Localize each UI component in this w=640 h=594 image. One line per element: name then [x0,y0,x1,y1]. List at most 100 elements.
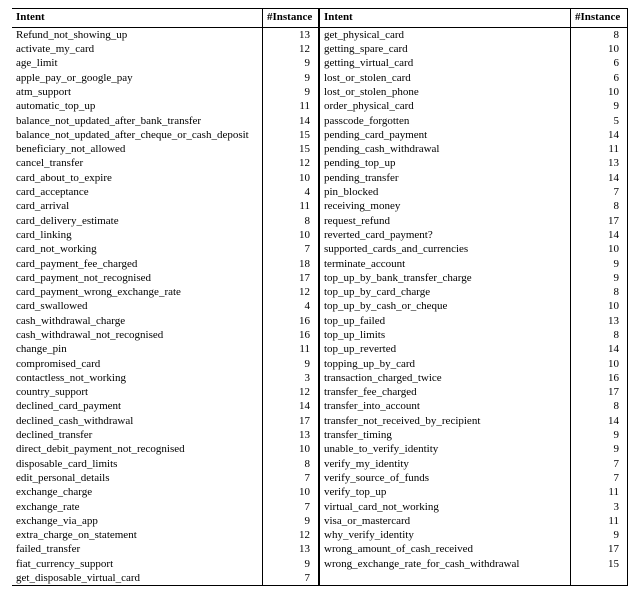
table-row: 15 [571,557,627,571]
table-row: 9 [263,56,318,70]
table-row: card_not_working [12,242,262,256]
table-row: 10 [263,228,318,242]
table-row: 13 [263,542,318,556]
table-row: top_up_limits [320,328,570,342]
table-row: top_up_by_bank_transfer_charge [320,271,570,285]
table-row: terminate_account [320,257,570,271]
table-row: 17 [263,414,318,428]
table-row: direct_debit_payment_not_recognised [12,442,262,456]
table-row: 8 [263,214,318,228]
table-row: 15 [263,142,318,156]
table-row: 15 [263,128,318,142]
table-row: top_up_by_card_charge [320,285,570,299]
table-row: balance_not_updated_after_bank_transfer [12,114,262,128]
table-row: 6 [571,71,627,85]
table-row: card_about_to_expire [12,171,262,185]
table-row: 14 [263,399,318,413]
table-row: exchange_charge [12,485,262,499]
table-row: transaction_charged_twice [320,371,570,385]
table-row: passcode_forgotten [320,114,570,128]
table-row: getting_virtual_card [320,56,570,70]
table-row: 7 [571,185,627,199]
table-row: pending_top_up [320,156,570,170]
table-row: wrong_exchange_rate_for_cash_withdrawal [320,557,570,571]
table-row: 7 [263,242,318,256]
table-row: card_payment_fee_charged [12,257,262,271]
table-row: 14 [571,128,627,142]
table-row: verify_source_of_funds [320,471,570,485]
table-row: contactless_not_working [12,371,262,385]
table-row: 3 [263,371,318,385]
instance-col-right: #Instance 810661095141113147817141099810… [570,9,628,585]
table-row: 13 [571,314,627,328]
table-row: 5 [571,114,627,128]
table-row: 11 [571,485,627,499]
table-row: topping_up_by_card [320,357,570,371]
table-row: exchange_via_app [12,514,262,528]
table-row: 11 [263,99,318,113]
table-row: 7 [263,500,318,514]
intent-col-right: Intent get_physical_cardgetting_spare_ca… [320,9,570,585]
table-row: 16 [263,328,318,342]
table-row: card_acceptance [12,185,262,199]
table-row: edit_personal_details [12,471,262,485]
table-row [320,571,570,585]
table-row: 8 [571,28,627,42]
table-row: 9 [263,557,318,571]
table-row: unable_to_verify_identity [320,442,570,456]
col-header-intent: Intent [12,9,262,28]
col-header-instance: #Instance [571,9,627,28]
table-row: supported_cards_and_currencies [320,242,570,256]
table-row: 12 [263,42,318,56]
table-row: Refund_not_showing_up [12,28,262,42]
table-row: 7 [571,457,627,471]
table-row: 10 [263,485,318,499]
table-row: 16 [571,371,627,385]
table-row: 8 [571,285,627,299]
table-row: country_support [12,385,262,399]
table-row: 4 [263,299,318,313]
left-half: Intent Refund_not_showing_upactivate_my_… [12,9,320,585]
table-row: 9 [263,357,318,371]
instance-col-left: #Instance 131299911141515121041181071817… [262,9,320,585]
table-row: 11 [263,342,318,356]
table-row: change_pin [12,342,262,356]
table-row: 10 [571,357,627,371]
table-row: 17 [571,214,627,228]
table-row: age_limit [12,56,262,70]
table-row: order_physical_card [320,99,570,113]
right-half: Intent get_physical_cardgetting_spare_ca… [320,9,628,585]
intent-col-left: Intent Refund_not_showing_upactivate_my_… [12,9,262,585]
table-row: compromised_card [12,357,262,371]
table-row [571,571,627,585]
table-row: 9 [263,514,318,528]
table-row: wrong_amount_of_cash_received [320,542,570,556]
table-row: 7 [263,571,318,585]
table-row: request_refund [320,214,570,228]
table-row: 12 [263,285,318,299]
table-row: get_disposable_virtual_card [12,571,262,585]
table-row: automatic_top_up [12,99,262,113]
table-row: 13 [571,156,627,170]
table-row: 9 [571,271,627,285]
table-row: why_verify_identity [320,528,570,542]
table-row: virtual_card_not_working [320,500,570,514]
table-row: beneficiary_not_allowed [12,142,262,156]
table-row: card_payment_wrong_exchange_rate [12,285,262,299]
table-row: 8 [571,199,627,213]
col-header-intent: Intent [320,9,570,28]
table-row: activate_my_card [12,42,262,56]
table-row: 14 [263,114,318,128]
table-row: card_swallowed [12,299,262,313]
table-row: transfer_timing [320,428,570,442]
table-row: atm_support [12,85,262,99]
table-row: cash_withdrawal_charge [12,314,262,328]
table-row: 8 [263,457,318,471]
table-row: 9 [263,85,318,99]
table-row: fiat_currency_support [12,557,262,571]
table-row: receiving_money [320,199,570,213]
table-row: transfer_not_received_by_recipient [320,414,570,428]
table-row: cash_withdrawal_not_recognised [12,328,262,342]
table-row: pending_cash_withdrawal [320,142,570,156]
table-row: 12 [263,528,318,542]
